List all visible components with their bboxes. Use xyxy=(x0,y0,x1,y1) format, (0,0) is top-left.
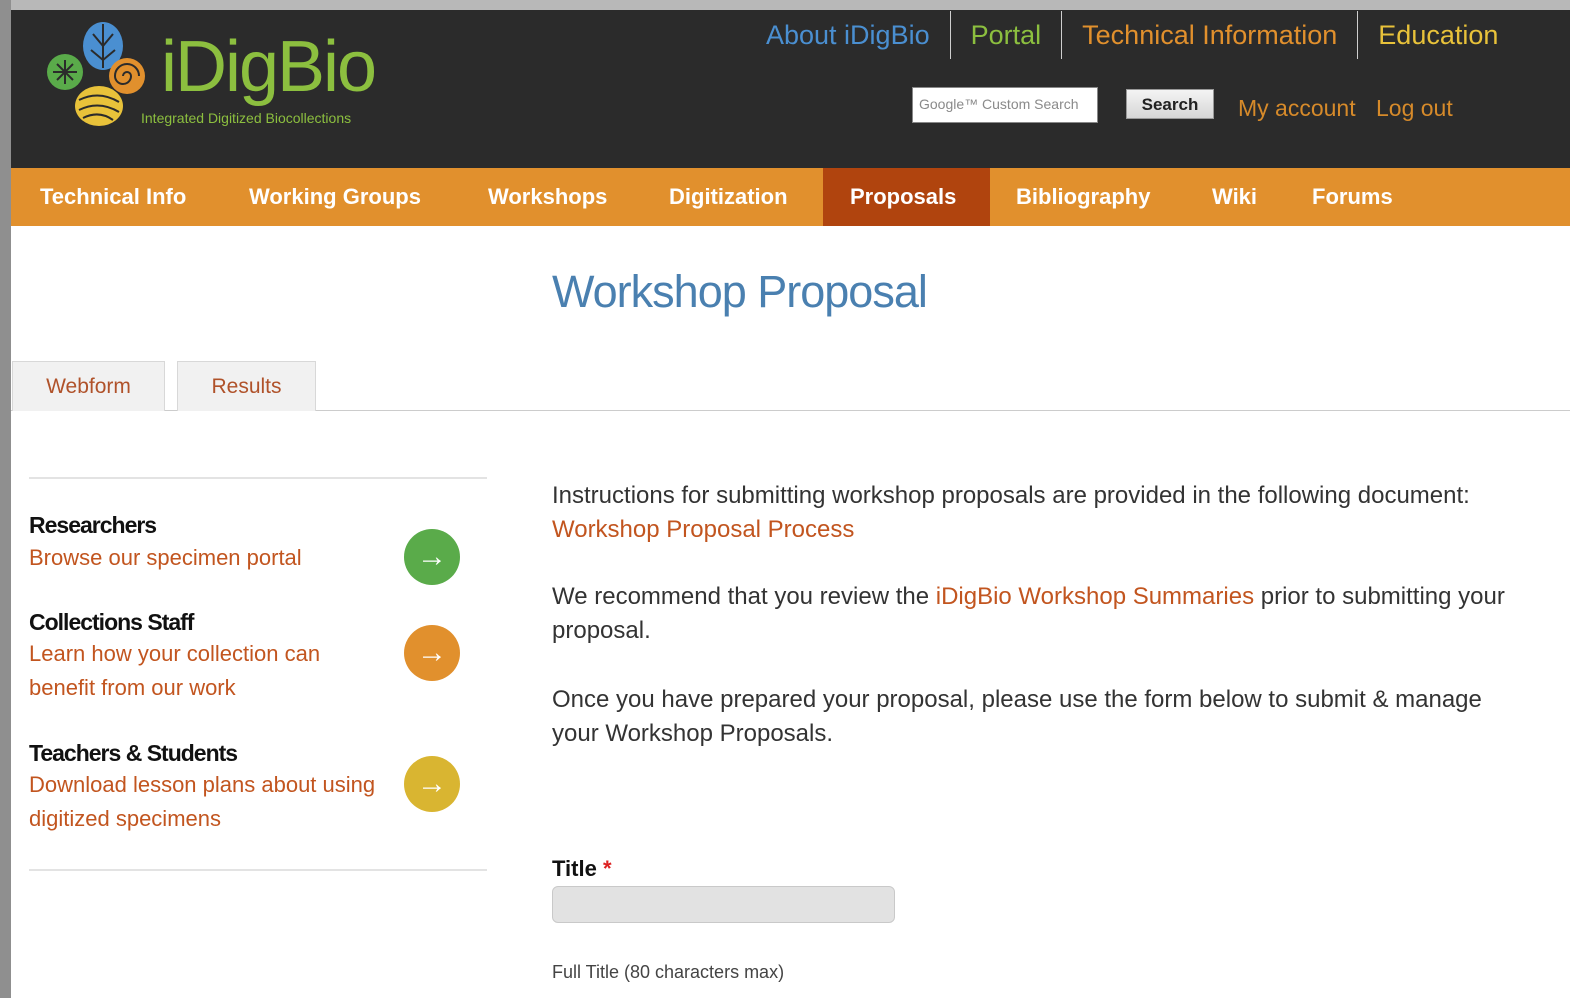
nav-bibliography[interactable]: Bibliography xyxy=(989,168,1177,226)
nav-forums[interactable]: Forums xyxy=(1285,168,1420,226)
page-title: Workshop Proposal xyxy=(552,266,928,317)
title-field-description: Full Title (80 characters max) xyxy=(552,962,785,982)
nav-wiki[interactable]: Wiki xyxy=(1185,168,1284,226)
required-marker: * xyxy=(602,856,612,881)
sidebar-heading-teachers-students: Teachers & Students xyxy=(29,740,238,766)
top-nav-technical-information[interactable]: Technical Information xyxy=(1062,11,1359,59)
nav-workshops[interactable]: Workshops xyxy=(461,168,634,226)
search-button[interactable]: Search xyxy=(1126,89,1214,119)
logo-wordmark: iDigBio xyxy=(161,27,377,107)
sidebar-link-researchers[interactable]: Browse our specimen portal xyxy=(29,541,379,575)
nav-digitization[interactable]: Digitization xyxy=(642,168,815,226)
nav-technical-info[interactable]: Technical Info xyxy=(13,168,213,226)
recommend-text-before: We recommend that you review the xyxy=(552,583,936,610)
sidebar-top-divider xyxy=(29,477,487,479)
logo-tagline: Integrated Digitized Biocollections xyxy=(141,110,352,126)
teachers-students-arrow-icon[interactable]: → xyxy=(404,756,460,812)
title-label-text: Title xyxy=(552,856,597,881)
sidebar-bottom-divider xyxy=(29,869,487,871)
top-nav-education[interactable]: Education xyxy=(1358,11,1518,59)
sidebar-heading-collections-staff: Collections Staff xyxy=(29,609,194,635)
tab-webform[interactable]: Webform xyxy=(12,361,165,411)
nav-proposals[interactable]: Proposals xyxy=(823,168,990,226)
top-nav: About iDigBio Portal Technical Informati… xyxy=(746,10,1518,60)
log-out-link[interactable]: Log out xyxy=(1376,95,1453,122)
window-frame-top xyxy=(0,0,1570,10)
sidebar-link-teachers-students[interactable]: Download lesson plans about using digiti… xyxy=(29,768,379,836)
main-nav: Technical Info Working Groups Workshops … xyxy=(11,168,1570,226)
sidebar-link-collections-staff[interactable]: Learn how your collection can benefit fr… xyxy=(29,637,379,705)
my-account-link[interactable]: My account xyxy=(1238,95,1356,122)
workshop-proposal-process-link[interactable]: Workshop Proposal Process xyxy=(552,516,854,543)
leaf-cluster-icon xyxy=(47,22,145,126)
window-frame-left xyxy=(0,0,11,998)
workshop-summaries-link[interactable]: iDigBio Workshop Summaries xyxy=(936,583,1254,610)
search-input[interactable]: Google™ Custom Search xyxy=(912,87,1098,123)
instructions-text: Instructions for submitting workshop pro… xyxy=(552,482,1470,509)
top-nav-about[interactable]: About iDigBio xyxy=(746,11,951,59)
search-placeholder: Google™ Custom Search xyxy=(919,96,1079,112)
form-intro-paragraph: Once you have prepared your proposal, pl… xyxy=(552,686,1482,747)
instructions-paragraph: Instructions for submitting workshop pro… xyxy=(552,479,1532,547)
collections-staff-arrow-icon[interactable]: → xyxy=(404,625,460,681)
tab-results[interactable]: Results xyxy=(177,361,316,411)
title-field-label: Title * xyxy=(552,856,612,882)
nav-working-groups[interactable]: Working Groups xyxy=(222,168,448,226)
researchers-arrow-icon[interactable]: → xyxy=(404,529,460,585)
recommend-paragraph: We recommend that you review the iDigBio… xyxy=(552,580,1532,648)
idigbio-logo[interactable]: iDigBio Integrated Digitized Biocollecti… xyxy=(41,18,421,138)
sidebar-heading-researchers: Researchers xyxy=(29,512,157,538)
top-nav-portal[interactable]: Portal xyxy=(951,11,1063,59)
title-input[interactable] xyxy=(552,886,895,923)
